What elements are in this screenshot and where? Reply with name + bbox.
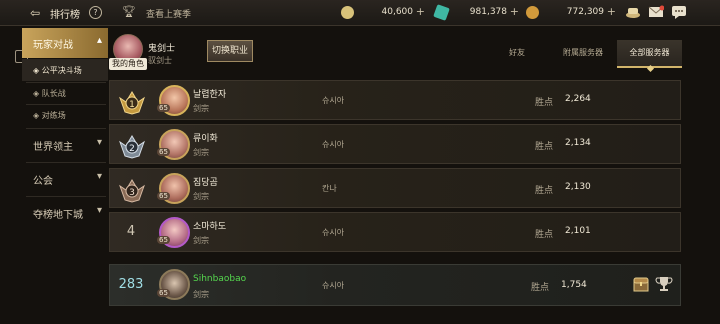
- score-label: 胜点: [531, 283, 550, 293]
- score-value: 2,101: [565, 226, 591, 236]
- player-server: 슈시아: [322, 140, 345, 149]
- score-label: 胜点: [535, 142, 554, 152]
- sidebar-sub-captain-battle[interactable]: ◈ 队长战: [22, 82, 108, 104]
- score-value: 2,264: [565, 94, 591, 104]
- bronze-medal-icon: 3: [119, 179, 145, 203]
- table-row[interactable]: 4 65 소마하도 剑宗 슈시아 胜点 2,101: [109, 212, 681, 252]
- score-value: 2,130: [565, 182, 591, 192]
- crystal-icon: [433, 4, 450, 21]
- medal-coin-icon: [526, 6, 539, 19]
- help-icon[interactable]: ?: [89, 6, 102, 19]
- player-level: 65: [157, 289, 170, 297]
- svg-text:2: 2: [129, 144, 135, 154]
- currency-medal: 772,309 +: [526, 5, 618, 21]
- divider: [26, 196, 106, 197]
- score-value: 1,754: [561, 280, 587, 290]
- score-label: 胜点: [535, 186, 554, 196]
- player-server: 슈시아: [322, 96, 345, 105]
- sidebar-sub-label: ◈ 公平决斗场: [33, 66, 82, 75]
- chat-icon[interactable]: [671, 5, 687, 19]
- character-job: 驭剑士: [148, 56, 172, 65]
- sidebar-item-dungeon-ranking[interactable]: 夺榜地下城 ▾: [22, 198, 108, 226]
- currency-gold: 40,600 +: [341, 5, 427, 21]
- mail-icon[interactable]: [648, 5, 664, 19]
- player-name: 류이화: [193, 134, 218, 144]
- silver-medal-icon: 2: [119, 135, 145, 159]
- view-last-season-label: 查看上赛季: [146, 10, 192, 20]
- player-job: 剑宗: [193, 290, 209, 299]
- sidebar-item-world-boss[interactable]: 世界领主 ▾: [22, 130, 108, 158]
- sidebar-item-label: 夺榜地下城: [33, 210, 83, 221]
- table-row[interactable]: 2 65 류이화 剑宗 슈시아 胜点 2,134: [109, 124, 681, 164]
- sidebar: 玩家对战 ▴ ◈ 公平决斗场 ◈ 队长战 ◈ 对练场 世界领主 ▾ 公会 ▾ 夺…: [22, 26, 108, 324]
- player-server: 칸나: [322, 184, 337, 193]
- currency-crystal: 981,378 +: [433, 4, 521, 21]
- rank-number: 4: [126, 224, 136, 239]
- active-tab-indicator: [646, 64, 654, 73]
- character-name: 鬼剑士: [148, 44, 176, 54]
- tab-friends[interactable]: 好友: [497, 40, 537, 68]
- player-name: Sihnbaobao: [193, 274, 247, 284]
- tab-all-servers[interactable]: 全部服务器: [617, 40, 682, 73]
- top-bar: ⇦ 排行榜 ? 🏆︎ 查看上赛季 40,600 + 981,378 + 772,…: [0, 0, 720, 26]
- player-name: 날렵한자: [193, 90, 227, 100]
- chevron-down-icon: ▾: [96, 137, 102, 148]
- divider: [26, 128, 106, 129]
- divider: [26, 162, 106, 163]
- sidebar-item-pvp[interactable]: 玩家对战 ▴: [22, 28, 108, 58]
- my-role-tag: 我的角色: [109, 58, 147, 70]
- player-server: 슈시아: [322, 228, 345, 237]
- view-last-season-button[interactable]: 🏆︎ 查看上赛季: [122, 4, 212, 22]
- my-rank-number: 283: [118, 277, 144, 292]
- svg-text:1: 1: [129, 100, 135, 110]
- server-tabs: 好友 附属服务器 全部服务器: [497, 40, 682, 73]
- svg-text:3: 3: [129, 188, 135, 198]
- player-name: 소마하도: [193, 222, 227, 232]
- score-label: 胜点: [535, 98, 554, 108]
- player-job: 剑宗: [193, 104, 209, 113]
- trophy-icon: 🏆︎: [122, 5, 136, 18]
- chevron-down-icon: ▾: [96, 205, 102, 216]
- player-job: 剑宗: [193, 148, 209, 157]
- treasure-chest-icon[interactable]: [632, 275, 650, 293]
- score-label: 胜点: [535, 230, 554, 240]
- treasure-icon[interactable]: [625, 5, 641, 19]
- add-crystal-button[interactable]: +: [510, 5, 519, 18]
- player-level: 65: [157, 148, 170, 156]
- page-title: 排行榜: [50, 10, 80, 21]
- sidebar-item-label: 世界领主: [33, 142, 73, 153]
- sidebar-item-guild[interactable]: 公会 ▾: [22, 164, 108, 192]
- currency-crystal-value: 981,378: [469, 7, 507, 17]
- sidebar-sub-sparring[interactable]: ◈ 对练场: [22, 104, 108, 126]
- player-level: 65: [157, 236, 170, 244]
- table-row[interactable]: 3 65 짐당곰 剑宗 칸나 胜点 2,130: [109, 168, 681, 208]
- currency-medal-value: 772,309: [566, 7, 604, 17]
- add-gold-button[interactable]: +: [416, 5, 425, 18]
- back-arrow-icon[interactable]: ⇦: [30, 6, 40, 20]
- tab-all-servers-label: 全部服务器: [629, 48, 670, 57]
- player-level: 65: [157, 192, 170, 200]
- currency-gold-value: 40,600: [381, 7, 414, 17]
- gold-medal-icon: 1: [119, 91, 145, 115]
- player-server: 슈시아: [322, 281, 345, 290]
- sidebar-sub-fair-arena[interactable]: ◈ 公平决斗场: [22, 59, 108, 81]
- player-name: 짐당곰: [193, 178, 218, 188]
- score-value: 2,134: [565, 138, 591, 148]
- sidebar-sub-label: ◈ 对练场: [33, 111, 66, 120]
- table-row[interactable]: 1 65 날렵한자 剑宗 슈시아 胜点 2,264: [109, 80, 681, 120]
- chevron-down-icon: ▾: [96, 171, 102, 182]
- chevron-up-icon: ▴: [96, 35, 102, 46]
- trophy-icon[interactable]: [655, 275, 673, 293]
- my-rank-row[interactable]: 283 65 Sihnbaobao 剑宗 슈시아 胜点 1,754: [109, 264, 681, 306]
- player-job: 剑宗: [193, 192, 209, 201]
- sidebar-item-label: 玩家对战: [33, 40, 73, 51]
- add-medal-button[interactable]: +: [607, 5, 616, 18]
- sidebar-item-label: 公会: [33, 176, 53, 187]
- switch-job-button[interactable]: 切换职业: [207, 40, 253, 62]
- tab-affiliated-servers[interactable]: 附属服务器: [553, 40, 613, 68]
- player-job: 剑宗: [193, 236, 209, 245]
- sidebar-sub-label: ◈ 队长战: [33, 89, 66, 98]
- gold-coin-icon: [341, 6, 354, 19]
- player-level: 65: [157, 104, 170, 112]
